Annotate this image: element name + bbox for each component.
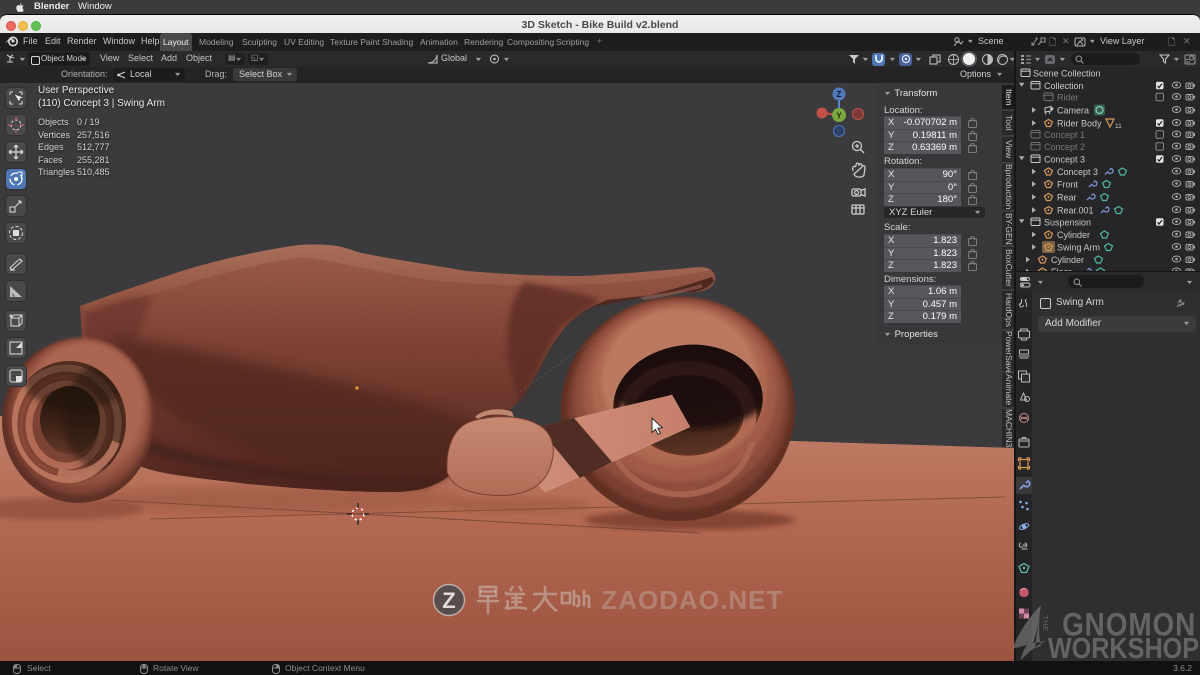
svg-text:Rear: Rear [1057,193,1077,203]
svg-text:Concept 1: Concept 1 [1044,130,1085,140]
svg-text:Y: Y [836,112,842,121]
svg-text:Collection: Collection [1044,81,1084,91]
svg-text:Concept 3: Concept 3 [1057,167,1098,177]
svg-text:Cylinder: Cylinder [1057,230,1090,240]
svg-text:ZAODAO.NET: ZAODAO.NET [601,587,783,615]
svg-text:Rear.001: Rear.001 [1057,206,1094,216]
svg-text:Swing Arm: Swing Arm [1057,243,1100,253]
svg-text:Front: Front [1057,180,1079,190]
svg-text:Camera: Camera [1057,106,1089,116]
svg-text:Concept 2: Concept 2 [1044,142,1085,152]
svg-text:Suspension: Suspension [1044,218,1091,228]
svg-text:Cylinder: Cylinder [1051,255,1084,265]
svg-text:Rider Body: Rider Body [1057,119,1102,129]
svg-text:WORKSHOP: WORKSHOP [1048,632,1199,661]
svg-text:Rider: Rider [1057,93,1079,103]
svg-text:Concept 3: Concept 3 [1044,155,1085,165]
svg-text:11: 11 [1115,123,1122,130]
svg-text:Z: Z [442,588,455,613]
svg-text:Floor: Floor [1051,267,1072,271]
svg-text:Scene Collection: Scene Collection [1033,69,1101,79]
svg-text:THE: THE [1041,615,1050,632]
svg-text:Z: Z [837,90,842,99]
